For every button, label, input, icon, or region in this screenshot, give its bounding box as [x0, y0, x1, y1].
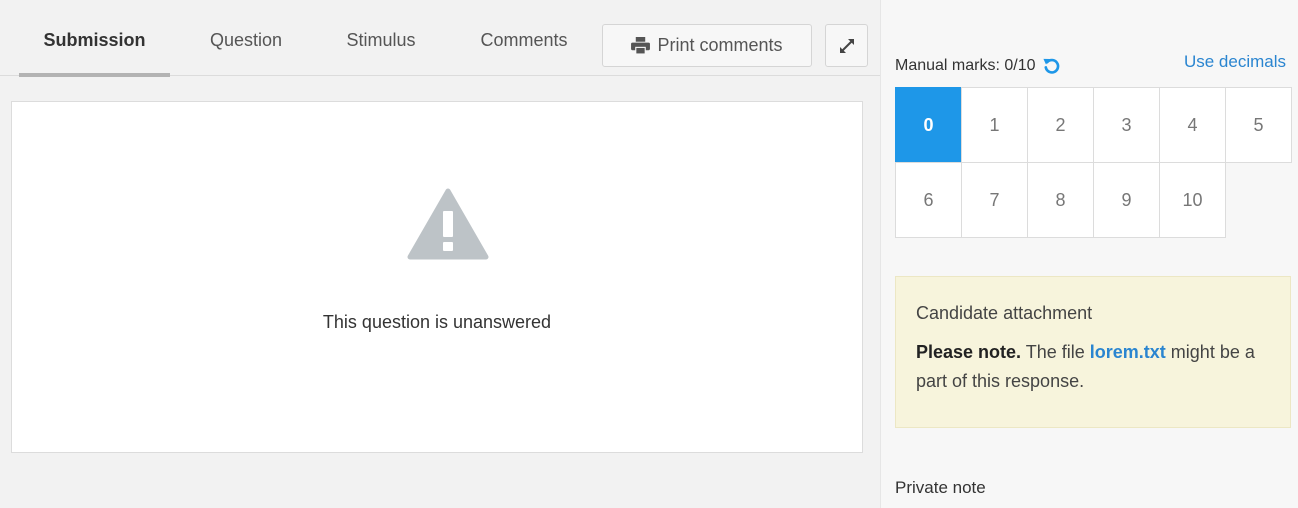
candidate-attachment-notice: Candidate attachment Please note. The fi…: [895, 276, 1291, 428]
attachment-file-link[interactable]: lorem.txt: [1090, 342, 1166, 362]
printer-icon: [631, 37, 651, 54]
print-comments-label: Print comments: [657, 35, 783, 55]
warning-icon: [407, 188, 489, 260]
marking-panel: Manual marks: 0/10 Use decimals 0 1 2 3 …: [880, 0, 1298, 508]
tab-question[interactable]: Question: [190, 30, 302, 74]
submission-panel: Submission Question Stimulus Comments Pr…: [0, 0, 880, 508]
tab-comments[interactable]: Comments: [458, 30, 590, 74]
undo-icon[interactable]: [1042, 56, 1061, 75]
attachment-note-pre: The file: [1021, 342, 1090, 362]
attachment-note-bold: Please note.: [916, 342, 1022, 362]
manual-marks-header: Manual marks: 0/10: [895, 56, 1061, 75]
manual-marks-label: Manual marks: 0/10: [895, 56, 1036, 74]
submission-content: This question is unanswered: [11, 101, 863, 453]
mark-option-1[interactable]: 1: [961, 87, 1028, 163]
tab-stimulus[interactable]: Stimulus: [326, 30, 436, 74]
mark-option-4[interactable]: 4: [1159, 87, 1226, 163]
mark-option-6[interactable]: 6: [895, 162, 962, 238]
use-decimals-link[interactable]: Use decimals: [1184, 52, 1286, 72]
expand-button[interactable]: [825, 24, 868, 67]
expand-icon: [839, 38, 854, 53]
private-note-label: Private note: [895, 478, 986, 497]
marks-grid: 0 1 2 3 4 5 6 7 8 9 10: [895, 87, 1292, 238]
attachment-title: Candidate attachment: [916, 303, 1093, 323]
mark-option-9[interactable]: 9: [1093, 162, 1160, 238]
mark-option-0[interactable]: 0: [895, 87, 962, 163]
attachment-note: Please note. The file lorem.txt might be…: [916, 338, 1270, 396]
unanswered-message: This question is unanswered: [322, 312, 552, 332]
print-comments-button[interactable]: Print comments: [602, 24, 812, 67]
mark-option-5[interactable]: 5: [1225, 87, 1292, 163]
mark-option-10[interactable]: 10: [1159, 162, 1226, 238]
tab-submission[interactable]: Submission: [19, 30, 170, 77]
mark-option-3[interactable]: 3: [1093, 87, 1160, 163]
mark-option-8[interactable]: 8: [1027, 162, 1094, 238]
mark-option-7[interactable]: 7: [961, 162, 1028, 238]
mark-option-2[interactable]: 2: [1027, 87, 1094, 163]
tab-bar: Submission Question Stimulus Comments Pr…: [0, 0, 880, 77]
